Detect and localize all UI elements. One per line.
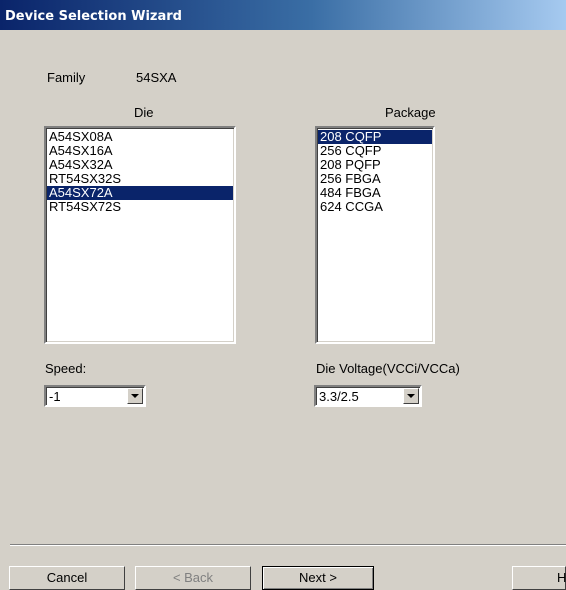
die-voltage-label: Die Voltage(VCCi/VCCa) <box>316 361 460 376</box>
back-button[interactable]: < Back <box>135 566 251 590</box>
die-list-item[interactable]: RT54SX72S <box>47 200 233 214</box>
die-list-item[interactable]: A54SX16A <box>47 144 233 158</box>
dropdown-arrow-icon[interactable] <box>403 388 419 404</box>
help-button[interactable]: Help <box>512 566 566 590</box>
window-title: Device Selection Wizard <box>5 9 182 24</box>
die-listbox[interactable]: A54SX08A A54SX16A A54SX32A RT54SX32S A54SX72… <box>44 126 236 344</box>
die-list-item[interactable]: A54SX32A <box>47 158 233 172</box>
package-list-item[interactable]: 624 CCGA <box>318 200 432 214</box>
die-voltage-select[interactable]: 3.3/2.5 <box>314 385 422 407</box>
family-value: 54SXA <box>136 70 177 85</box>
package-list-item[interactable]: 256 CQFP <box>318 144 432 158</box>
package-list-item[interactable]: 208 CQFP <box>318 130 432 144</box>
package-list-item[interactable]: 256 FBGA <box>318 172 432 186</box>
cancel-button[interactable]: Cancel <box>9 566 125 590</box>
speed-value: -1 <box>49 389 61 404</box>
package-header: Package <box>385 105 436 120</box>
separator <box>10 544 566 546</box>
next-button[interactable]: Next > <box>262 566 374 590</box>
package-list-item[interactable]: 484 FBGA <box>318 186 432 200</box>
dropdown-arrow-icon[interactable] <box>127 388 143 404</box>
die-header: Die <box>134 105 154 120</box>
family-label: Family <box>47 70 86 85</box>
speed-label: Speed: <box>45 361 87 376</box>
die-list-item[interactable]: RT54SX32S <box>47 172 233 186</box>
die-list-item[interactable]: A54SX72A <box>47 186 233 200</box>
die-voltage-value: 3.3/2.5 <box>319 389 359 404</box>
die-list-item[interactable]: A54SX08A <box>47 130 233 144</box>
package-list-item[interactable]: 208 PQFP <box>318 158 432 172</box>
title-bar[interactable]: Device Selection Wizard <box>0 0 566 30</box>
package-listbox[interactable]: 208 CQFP 256 CQFP 208 PQFP 256 FBGA 484 FBGA… <box>315 126 435 344</box>
speed-select[interactable]: -1 <box>44 385 146 407</box>
